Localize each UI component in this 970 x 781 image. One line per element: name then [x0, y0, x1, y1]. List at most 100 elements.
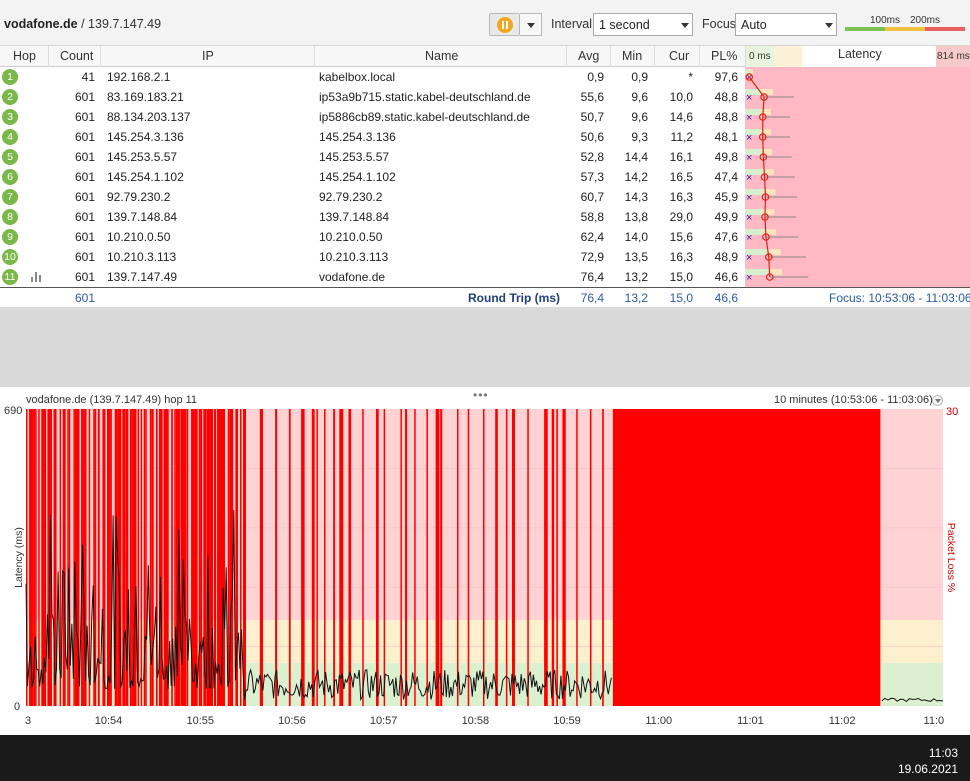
- hop-min: 14,3: [624, 190, 648, 204]
- timeline-chart: 690 0 30 Latency (ms) Packet Loss % 3 10:54 10:…: [4, 405, 958, 727]
- hop-avg: 55,6: [580, 90, 604, 104]
- table-row[interactable]: 2 601 83.169.183.21 ip53a9b715.static.kabel…: [0, 87, 745, 107]
- loss-bar: [482, 409, 485, 706]
- hop-pl: 49,8: [714, 150, 738, 164]
- hop-name: 92.79.230.2: [319, 190, 383, 204]
- hop-count: 601: [74, 190, 95, 204]
- loss-bar: [589, 409, 592, 706]
- loss-bar: [213, 409, 217, 706]
- legend-red: [925, 27, 965, 31]
- loss-bar: [288, 409, 291, 706]
- latency-min-mark: ×: [746, 272, 752, 284]
- latency-min-mark: ×: [746, 92, 752, 104]
- table-row[interactable]: 5 601 145.253.5.57 145.253.5.57 52,8 14,4 16,1…: [0, 147, 745, 167]
- hop-pl: 45,9: [714, 190, 738, 204]
- table-row[interactable]: 9 601 10.210.0.50 10.210.0.50 62,4 14,0 15,6 47…: [0, 227, 745, 247]
- hop-count: 601: [74, 110, 95, 124]
- table-row[interactable]: 8 601 139.7.148.84 139.7.148.84 58,8 13,8 29,0…: [0, 207, 745, 227]
- table-row[interactable]: 3 601 88.134.203.137 ip5886cb89.static.kabe…: [0, 107, 745, 127]
- loss-bar: [324, 409, 326, 706]
- hop-avg: 72,9: [580, 250, 604, 264]
- hop-ip: 145.254.1.102: [107, 170, 184, 184]
- latency-header[interactable]: 0 ms Latency 814 ms: [746, 46, 970, 67]
- hop-name: ip53a9b715.static.kabel-deutschland.de: [319, 90, 531, 104]
- hop-ip: 10.210.3.113: [107, 250, 177, 264]
- taskbar-clock[interactable]: 11:03 19.06.2021: [898, 745, 958, 777]
- col-avg[interactable]: Avg: [578, 49, 599, 63]
- loss-bar: [38, 409, 40, 706]
- summary-focus: Focus: 10:53:06 - 11:03:06: [829, 291, 970, 305]
- loss-bar: [259, 409, 263, 706]
- loss-bar: [348, 409, 352, 706]
- hop-ip: 88.134.203.137: [107, 110, 191, 124]
- col-ip[interactable]: IP: [202, 49, 214, 63]
- hop-number: 4: [2, 129, 18, 145]
- loss-bar: [456, 409, 459, 706]
- interval-select[interactable]: 1 second: [593, 13, 693, 36]
- col-cur[interactable]: Cur: [669, 49, 689, 63]
- loss-bar: [227, 409, 230, 706]
- hop-number: 10: [2, 249, 18, 265]
- hop-name: 145.254.1.102: [319, 170, 396, 184]
- hop-pl: 47,4: [714, 170, 738, 184]
- loss-bar: [602, 409, 604, 706]
- hop-count: 601: [74, 250, 95, 264]
- hop-number: 7: [2, 189, 18, 205]
- table-row[interactable]: 7 601 92.79.230.2 92.79.230.2 60,7 14,3 16,3 45…: [0, 187, 745, 207]
- loss-bar: [316, 409, 318, 706]
- col-name[interactable]: Name: [425, 49, 458, 63]
- loss-bar: [362, 409, 364, 706]
- target-address[interactable]: vodafone.de / 139.7.147.49: [4, 17, 161, 31]
- loss-bar: [301, 409, 305, 706]
- table-row[interactable]: 6 601 145.254.1.102 145.254.1.102 57,3 14,2 16…: [0, 167, 745, 187]
- loss-bar: [440, 409, 443, 706]
- hop-number: 3: [2, 109, 18, 125]
- hop-count: 601: [74, 130, 95, 144]
- pause-button[interactable]: [489, 13, 520, 36]
- hop-pl: 47,6: [714, 230, 738, 244]
- hop-cur: 16,3: [669, 250, 693, 264]
- loss-bar: [183, 409, 187, 706]
- loss-bar: [576, 409, 578, 706]
- table-row[interactable]: 11 601 139.7.147.49 vodafone.de 76,4 13,2 15,0…: [0, 267, 745, 287]
- hop-avg: 60,7: [580, 190, 604, 204]
- hop-name: 145.253.5.57: [319, 150, 390, 164]
- latency-min-mark: ×: [746, 112, 752, 124]
- col-pl[interactable]: PL%: [711, 49, 737, 63]
- pane-splitter[interactable]: •••: [473, 388, 489, 402]
- table-row[interactable]: 4 601 145.254.3.136 145.254.3.136 50,6 9,3 11,…: [0, 127, 745, 147]
- hop-ip: 10.210.0.50: [107, 230, 171, 244]
- bar-chart-icon[interactable]: [31, 272, 43, 282]
- x-tick-label: 10:56: [278, 715, 306, 727]
- y-min-label: 0: [14, 701, 20, 713]
- col-min[interactable]: Min: [622, 49, 642, 63]
- hop-min: 13,2: [624, 270, 648, 284]
- hop-number: 11: [2, 269, 18, 285]
- hop-avg: 62,4: [580, 230, 604, 244]
- focus-select[interactable]: Auto: [735, 13, 837, 36]
- hop-avg: 50,6: [580, 130, 604, 144]
- hop-name: 139.7.148.84: [319, 210, 390, 224]
- latency-graph: ×××××××××××: [745, 67, 970, 287]
- col-count[interactable]: Count: [60, 49, 93, 63]
- table-row[interactable]: 1 41 192.168.2.1 kabelbox.local 0,9 0,9 * 97,6: [0, 67, 745, 87]
- hop-cur: 14,6: [669, 110, 693, 124]
- latency-min-mark: ×: [746, 212, 752, 224]
- loss-bar: [333, 409, 336, 706]
- hop-cur: 10,0: [669, 90, 693, 104]
- col-hop[interactable]: Hop: [13, 49, 36, 63]
- table-row[interactable]: 10 601 10.210.3.113 10.210.3.113 72,9 13,5 16,…: [0, 247, 745, 267]
- loss-bar: [495, 409, 498, 706]
- chevron-down-icon: [527, 23, 535, 28]
- pause-dropdown-button[interactable]: [520, 13, 542, 36]
- loss-bar: [414, 409, 416, 706]
- loss-bar: [339, 409, 344, 706]
- summary-count: 601: [74, 291, 95, 305]
- loss-bar: [275, 409, 278, 706]
- hop-number: 1: [2, 69, 18, 85]
- latency-min-mark: ×: [746, 132, 752, 144]
- loss-bar: [512, 409, 515, 706]
- hop-min: 9,6: [631, 90, 648, 104]
- loss-bar: [166, 409, 169, 706]
- hop-pl: 48,9: [714, 250, 738, 264]
